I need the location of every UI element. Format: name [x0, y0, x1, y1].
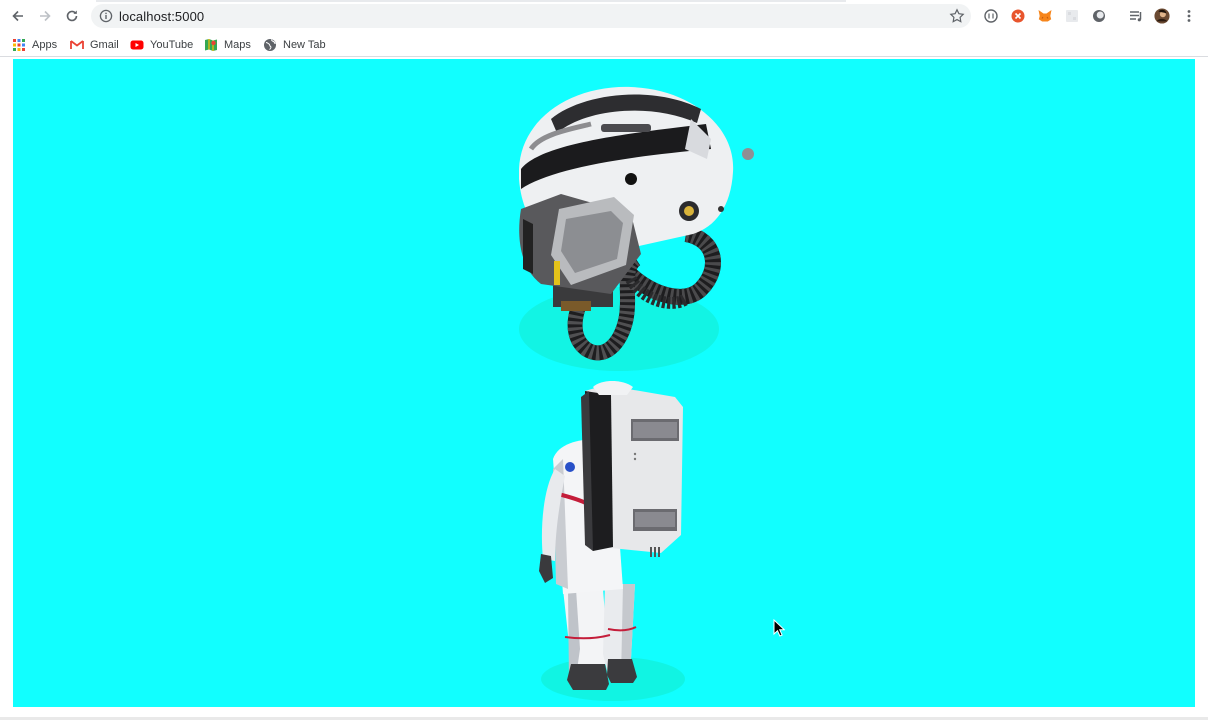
more-menu-button[interactable] — [1180, 7, 1198, 25]
forward-button[interactable] — [35, 6, 55, 26]
metamask-button[interactable] — [1036, 7, 1054, 25]
globe-icon — [264, 38, 276, 51]
three-d-viewport[interactable] — [13, 59, 1195, 707]
bookmark-apps[interactable]: Apps — [12, 36, 57, 53]
info-icon[interactable] — [99, 9, 113, 23]
metamask-fox-icon — [1038, 10, 1052, 22]
bookmark-star-icon[interactable] — [949, 8, 965, 24]
bookmark-label: New Tab — [283, 38, 326, 51]
reload-button[interactable] — [62, 6, 82, 26]
mouse-cursor-icon — [773, 619, 785, 637]
extension-circle-icon — [984, 9, 998, 23]
url-text[interactable]: localhost:5000 — [119, 9, 204, 24]
media-queue-icon — [1130, 11, 1142, 22]
extension-dark-icon — [1093, 10, 1105, 22]
profile-avatar[interactable] — [1153, 7, 1171, 25]
extension-red-button[interactable] — [1009, 7, 1027, 25]
bookmark-youtube[interactable]: YouTube — [130, 36, 193, 53]
bookmark-label: Maps — [224, 38, 251, 51]
address-bar[interactable]: localhost:5000 — [91, 4, 971, 28]
bookmarks-bar: Apps Gmail YouTube Maps New Tab — [0, 32, 1208, 57]
extension-circle-button[interactable] — [982, 7, 1000, 25]
forward-arrow-icon — [40, 10, 51, 22]
back-button[interactable] — [8, 6, 28, 26]
bookmark-gmail[interactable]: Gmail — [70, 36, 119, 53]
page-bottom-margin — [0, 707, 1208, 720]
avatar-icon — [1154, 8, 1170, 24]
bookmark-new-tab[interactable]: New Tab — [263, 36, 326, 53]
astronaut-model — [539, 381, 685, 701]
bookmark-label: YouTube — [150, 38, 194, 51]
helmet-model — [519, 86, 754, 371]
bookmark-label: Gmail — [90, 38, 119, 51]
extension-dark-button[interactable] — [1090, 7, 1108, 25]
extension-grey-button[interactable] — [1063, 7, 1081, 25]
gmail-icon — [70, 39, 84, 49]
bookmark-label: Apps — [32, 38, 58, 51]
media-queue-button[interactable] — [1127, 7, 1145, 25]
bookmark-maps[interactable]: Maps — [204, 36, 251, 53]
apps-grid-icon — [13, 38, 25, 51]
extension-grey-icon — [1066, 10, 1078, 22]
back-arrow-icon — [12, 10, 23, 22]
browser-toolbar: localhost:5000 — [0, 0, 1208, 32]
maps-icon — [205, 38, 217, 51]
youtube-icon — [130, 40, 144, 49]
extension-red-icon — [1011, 9, 1025, 23]
more-menu-icon — [1187, 10, 1191, 22]
reload-icon — [66, 10, 78, 22]
loading-bar — [96, 0, 846, 2]
